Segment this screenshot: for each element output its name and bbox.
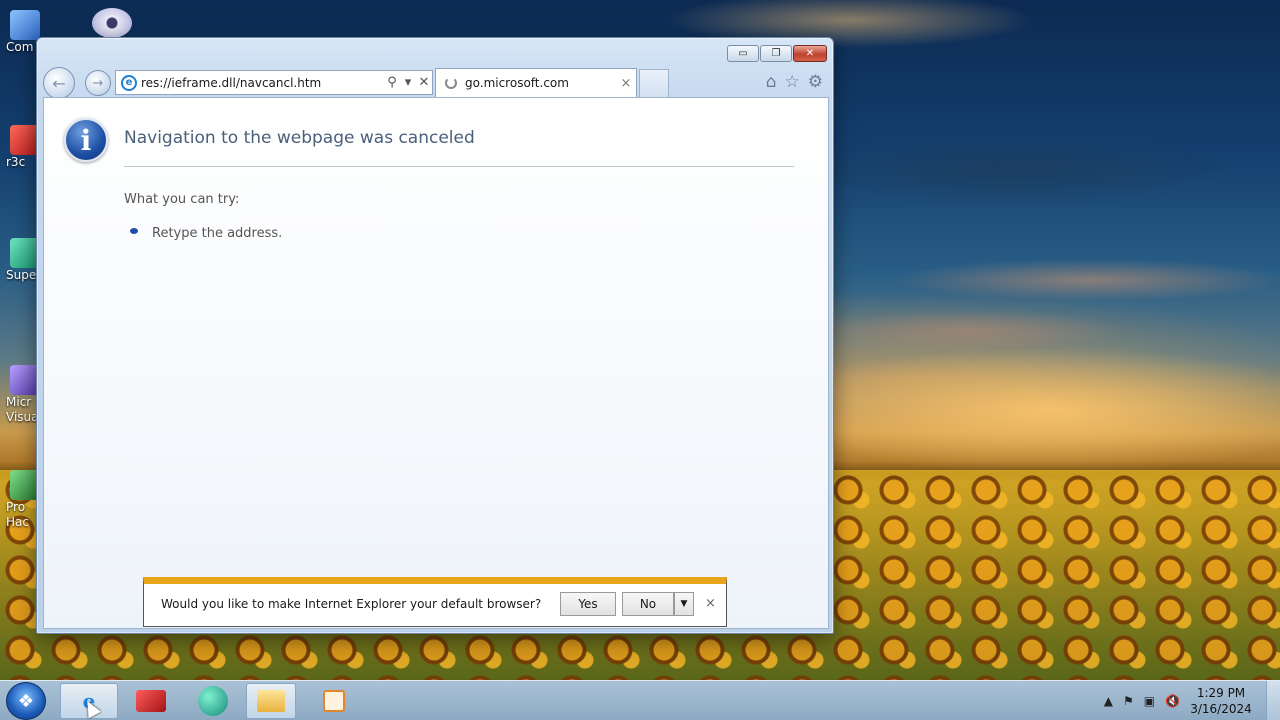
home-icon[interactable]: ⌂	[766, 72, 777, 92]
clock[interactable]: 1:29 PM 3/16/2024	[1190, 685, 1252, 717]
page-title: Navigation to the webpage was canceled	[124, 128, 475, 148]
taskbar: ❖ e ▲ ⚑ ▣ 🔇 1:29 PM 3/16/2024	[0, 680, 1280, 720]
desktop-icon-visual-studio[interactable]: Micr Visual	[0, 365, 42, 425]
address-url[interactable]: res://ieframe.dll/navcancl.htm	[141, 76, 384, 90]
tab-title: go.microsoft.com	[465, 76, 569, 90]
shield-box-icon	[136, 690, 166, 712]
desktop-icon-super[interactable]: Super	[0, 238, 42, 283]
desktop-icon-label: Pro Hac	[6, 500, 29, 529]
forward-button[interactable]: →	[85, 70, 111, 96]
no-button[interactable]: No	[622, 592, 674, 616]
suggestion-retype-address: Retype the address.	[152, 226, 283, 241]
clock-date: 3/16/2024	[1190, 702, 1252, 716]
network-icon[interactable]: ▣	[1144, 694, 1155, 708]
desktop-icon-label: Micr Visual	[6, 395, 42, 424]
taskbar-security-app[interactable]	[122, 683, 180, 719]
minimize-button[interactable]: ▭	[727, 45, 759, 62]
desktop-icon-label: r3c	[6, 155, 26, 169]
desktop-icon-label: Com	[6, 40, 34, 54]
address-bar[interactable]: e res://ieframe.dll/navcancl.htm ⚲ ▾ ✕	[115, 70, 433, 95]
title-divider	[124, 166, 794, 167]
what-you-can-try-heading: What you can try:	[124, 192, 240, 207]
new-tab-button[interactable]	[639, 69, 669, 97]
favorites-star-icon[interactable]: ☆	[785, 72, 800, 92]
page-content: i Navigation to the webpage was canceled…	[43, 97, 829, 629]
taskbar-browser[interactable]	[184, 683, 242, 719]
start-button[interactable]: ❖	[6, 682, 46, 720]
dvd-drive-icon[interactable]	[92, 8, 132, 38]
stop-icon[interactable]: ✕	[416, 75, 432, 90]
restore-button[interactable]: ❐	[760, 45, 792, 62]
desktop-icon-r3c[interactable]: r3c	[0, 125, 40, 170]
address-dropdown-icon[interactable]: ▾	[400, 75, 416, 90]
loading-spinner-icon	[445, 77, 457, 89]
navigation-bar: ← → e res://ieframe.dll/navcancl.htm ⚲ ▾…	[43, 67, 829, 99]
back-arrow-icon: ←	[52, 73, 66, 93]
desktop-icon-pro-hac[interactable]: Pro Hac	[0, 470, 40, 530]
window-caption-buttons: ▭ ❐ ✕	[727, 45, 827, 62]
notification-close-icon[interactable]: ×	[705, 596, 716, 611]
windows-logo-icon: ❖	[17, 690, 35, 712]
no-options-dropdown-icon[interactable]: ▼	[674, 592, 694, 616]
internet-explorer-window: ▭ ❐ ✕ ← → e res://ieframe.dll/navcancl.h…	[36, 37, 834, 634]
action-center-flag-icon[interactable]: ⚑	[1123, 694, 1134, 708]
yes-button[interactable]: Yes	[560, 592, 616, 616]
clock-time: 1:29 PM	[1196, 686, 1246, 700]
back-button[interactable]: ←	[43, 67, 75, 99]
folder-icon	[257, 690, 285, 712]
volume-muted-icon[interactable]: 🔇	[1165, 694, 1180, 708]
show-desktop-button[interactable]	[1266, 681, 1280, 720]
desktop-icon-computer[interactable]: Com	[0, 10, 40, 55]
desktop-icon-label: Super	[6, 268, 42, 282]
browser-globe-icon	[198, 686, 228, 716]
search-icon[interactable]: ⚲	[384, 75, 400, 90]
computer-icon	[10, 10, 40, 40]
show-hidden-icons-icon[interactable]: ▲	[1104, 694, 1113, 708]
notification-message: Would you like to make Internet Explorer…	[161, 597, 542, 611]
system-tray: ▲ ⚑ ▣ 🔇 1:29 PM 3/16/2024	[1104, 681, 1252, 720]
taskbar-file-explorer[interactable]	[246, 683, 296, 719]
browser-tools: ⌂ ☆ ⚙	[766, 72, 823, 92]
forward-arrow-icon: →	[92, 75, 104, 91]
tab-go-microsoft[interactable]: go.microsoft.com ×	[435, 68, 637, 97]
default-browser-notification: Would you like to make Internet Explorer…	[143, 577, 727, 627]
settings-gear-icon[interactable]: ⚙	[808, 72, 823, 92]
taskbar-media-player[interactable]	[306, 683, 362, 719]
media-play-icon	[323, 690, 345, 712]
ie-page-icon: e	[121, 74, 137, 91]
close-button[interactable]: ✕	[793, 45, 827, 62]
bullet-icon	[130, 228, 138, 234]
tab-close-icon[interactable]: ×	[616, 76, 636, 91]
info-icon: i	[64, 118, 108, 162]
